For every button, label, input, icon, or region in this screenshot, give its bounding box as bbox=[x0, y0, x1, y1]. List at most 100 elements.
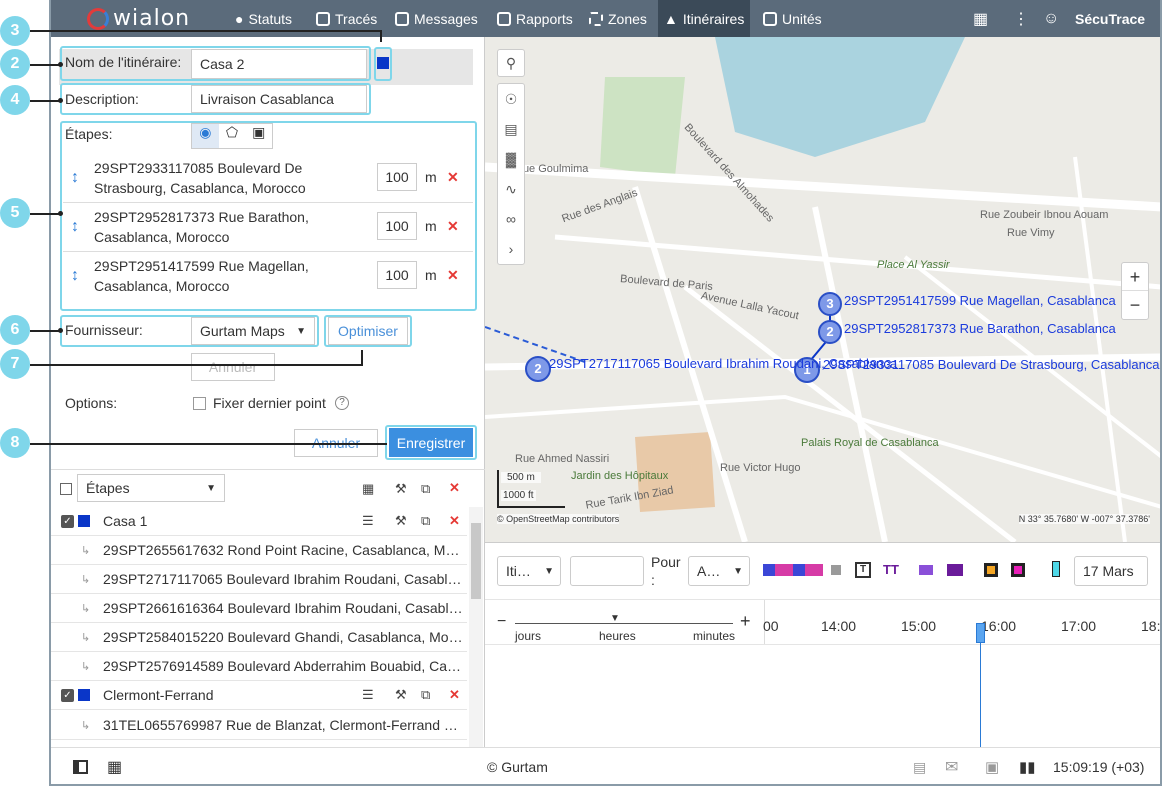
wrench-icon[interactable]: ⚒ bbox=[395, 513, 407, 529]
waypoints-icon[interactable]: ∞ bbox=[498, 204, 524, 234]
timeline-unit-select[interactable]: A… ▼ bbox=[688, 556, 750, 586]
wrench-icon[interactable]: ⚒ bbox=[395, 481, 407, 497]
point-marker-icon[interactable]: ◉ bbox=[192, 124, 219, 148]
cancel-optimize-button[interactable]: Annuler bbox=[191, 353, 275, 381]
remove-step-icon[interactable]: ✕ bbox=[447, 167, 459, 187]
routes-icon: ▲ bbox=[664, 10, 678, 27]
route-checkbox[interactable]: ✓ bbox=[61, 514, 74, 528]
drag-handle-icon[interactable]: ↕ bbox=[71, 266, 79, 286]
nav-rapports[interactable]: Rapports bbox=[491, 0, 579, 37]
fix-last-checkbox[interactable] bbox=[193, 397, 206, 410]
unit-icon[interactable]: ▣ bbox=[245, 124, 272, 148]
callout-5: 5 bbox=[0, 198, 30, 228]
radius-input[interactable]: 100 bbox=[377, 261, 417, 289]
eye-icon[interactable]: ☉ bbox=[498, 84, 524, 114]
nav-zones[interactable]: Zones bbox=[583, 0, 653, 37]
panel-toggle-icon[interactable] bbox=[73, 760, 88, 774]
gallery-icon[interactable]: ▣ bbox=[985, 758, 999, 776]
list-icon[interactable]: ☰ bbox=[362, 513, 374, 529]
marker-yellow-icon[interactable] bbox=[984, 563, 998, 577]
timeline-search-input[interactable] bbox=[570, 556, 644, 586]
wialon-logo[interactable]: wialon bbox=[87, 6, 190, 31]
current-time-line bbox=[980, 643, 981, 748]
timeline-type-select[interactable]: Iti… ▼ bbox=[497, 556, 561, 586]
nav-messages[interactable]: Messages bbox=[389, 0, 484, 37]
radius-input[interactable]: 100 bbox=[377, 163, 417, 191]
track-style-icon[interactable] bbox=[763, 564, 823, 576]
route-color-picker[interactable] bbox=[377, 57, 389, 69]
route-row[interactable]: ✓ Clermont-Ferrand ☰ ⚒ ⧉ ✕ bbox=[51, 681, 467, 710]
select-all-checkbox[interactable] bbox=[60, 483, 72, 495]
stop-icon[interactable] bbox=[831, 565, 841, 575]
zone-icon[interactable]: ⬠ bbox=[219, 124, 246, 148]
map-marker[interactable]: 3 bbox=[818, 292, 842, 316]
user-name[interactable]: SécuTrace bbox=[1075, 0, 1145, 37]
list-item[interactable]: ↳ 29SPT2717117065 Boulevard Ibrahim Rouda… bbox=[51, 565, 467, 594]
copy-icon[interactable]: ⧉ bbox=[421, 481, 430, 497]
list-scrollbar[interactable] bbox=[469, 507, 483, 747]
optimize-button[interactable]: Optimiser bbox=[328, 317, 408, 345]
apps-grid-icon[interactable]: ▦ bbox=[973, 0, 988, 37]
radius-input[interactable]: 100 bbox=[377, 212, 417, 240]
description-input[interactable]: Livraison Casablanca bbox=[191, 85, 367, 113]
marker-pink-icon[interactable] bbox=[1011, 563, 1025, 577]
text-icon[interactable]: T bbox=[855, 562, 871, 578]
timeline-panel: Iti… ▼ Pour : A… ▼ T TT 17 Mars − ▼ + jour… bbox=[485, 542, 1160, 748]
wrench-icon[interactable]: ⚒ bbox=[395, 687, 407, 703]
drag-handle-icon[interactable]: ↕ bbox=[71, 168, 79, 188]
provider-select[interactable]: Gurtam Maps ▼ bbox=[191, 317, 315, 345]
list-item[interactable]: ↳ 29SPT2661616364 Boulevard Ibrahim Rouda… bbox=[51, 594, 467, 623]
notifications-icon[interactable]: ▤ bbox=[913, 759, 926, 776]
sensor-icon[interactable] bbox=[1052, 561, 1060, 577]
map-marker[interactable]: 2 bbox=[525, 356, 551, 382]
ruler-icon[interactable]: ▓ bbox=[498, 144, 524, 174]
remove-step-icon[interactable]: ✕ bbox=[447, 216, 459, 236]
copy-icon[interactable]: ⧉ bbox=[421, 513, 430, 529]
user-icon[interactable]: ☺ bbox=[1043, 0, 1059, 37]
list-item[interactable]: ↳ 29SPT2584015220 Boulevard Ghandi, Casab… bbox=[51, 623, 467, 652]
table-icon[interactable]: ▦ bbox=[362, 481, 374, 497]
save-button[interactable]: Enregistrer bbox=[389, 428, 473, 457]
map-layers-icon[interactable]: ▤ bbox=[498, 114, 524, 144]
map-view[interactable]: Boulevard des Almohades Rue Goulmima Rue… bbox=[485, 37, 1160, 542]
grid-layout-icon[interactable]: ▦ bbox=[107, 757, 122, 777]
scale-slider[interactable] bbox=[515, 623, 733, 624]
list-item[interactable]: ↳ 29SPT2576914589 Boulevard Abderrahim Bo… bbox=[51, 652, 467, 681]
chevron-right-icon[interactable]: › bbox=[498, 234, 524, 264]
help-icon[interactable]: ? bbox=[335, 396, 349, 410]
zoom-out-timeline-button[interactable]: − bbox=[497, 613, 506, 631]
current-time-handle[interactable] bbox=[976, 623, 985, 643]
street-label: Rue Vimy bbox=[1007, 227, 1055, 239]
slider-handle-icon[interactable]: ▼ bbox=[610, 613, 620, 624]
layout-icon[interactable]: ▮▮ bbox=[1019, 758, 1036, 776]
list-icon[interactable]: ☰ bbox=[362, 687, 374, 703]
nav-unites[interactable]: Unités bbox=[757, 0, 828, 37]
copy-icon[interactable]: ⧉ bbox=[421, 687, 430, 703]
route-row[interactable]: ✓ Casa 1 ☰ ⚒ ⧉ ✕ bbox=[51, 507, 467, 536]
drag-handle-icon[interactable]: ↕ bbox=[71, 217, 79, 237]
event-icon[interactable] bbox=[919, 565, 933, 575]
map-search-icon[interactable]: ⚲ bbox=[497, 49, 525, 77]
list-item[interactable]: ↳ 31TEL0655769987 Rue de Blanzat, Clermon… bbox=[51, 711, 467, 740]
zoom-in-timeline-button[interactable]: + bbox=[740, 611, 751, 632]
zoom-in-button[interactable]: + bbox=[1122, 263, 1148, 291]
route-checkbox[interactable]: ✓ bbox=[61, 688, 74, 702]
list-filter-select[interactable]: Étapes ▼ bbox=[77, 474, 225, 502]
delete-icon[interactable]: ✕ bbox=[449, 687, 460, 703]
route-name-input[interactable]: Casa 2 bbox=[191, 49, 367, 79]
date-input[interactable]: 17 Mars bbox=[1074, 556, 1148, 586]
nav-itineraires[interactable]: ▲ Itinéraires bbox=[658, 0, 751, 37]
remove-step-icon[interactable]: ✕ bbox=[447, 265, 459, 285]
delete-icon[interactable]: ✕ bbox=[449, 513, 460, 529]
delete-all-icon[interactable]: ✕ bbox=[449, 480, 460, 496]
map-marker[interactable]: 2 bbox=[818, 320, 842, 344]
scrollbar-thumb[interactable] bbox=[471, 523, 481, 599]
list-item[interactable]: ↳ 29SPT2655617632 Rond Point Racine, Casa… bbox=[51, 536, 467, 565]
zoom-out-button[interactable]: − bbox=[1122, 291, 1148, 319]
send-message-icon[interactable]: ✉ bbox=[945, 757, 958, 777]
map-attribution[interactable]: © OpenStreetMap contributors bbox=[497, 514, 620, 524]
more-menu-icon[interactable]: ⋮ bbox=[1013, 0, 1029, 37]
route-tool-icon[interactable]: ∿ bbox=[498, 174, 524, 204]
interval-icon[interactable] bbox=[947, 564, 963, 576]
text-double-icon[interactable]: TT bbox=[883, 562, 899, 577]
